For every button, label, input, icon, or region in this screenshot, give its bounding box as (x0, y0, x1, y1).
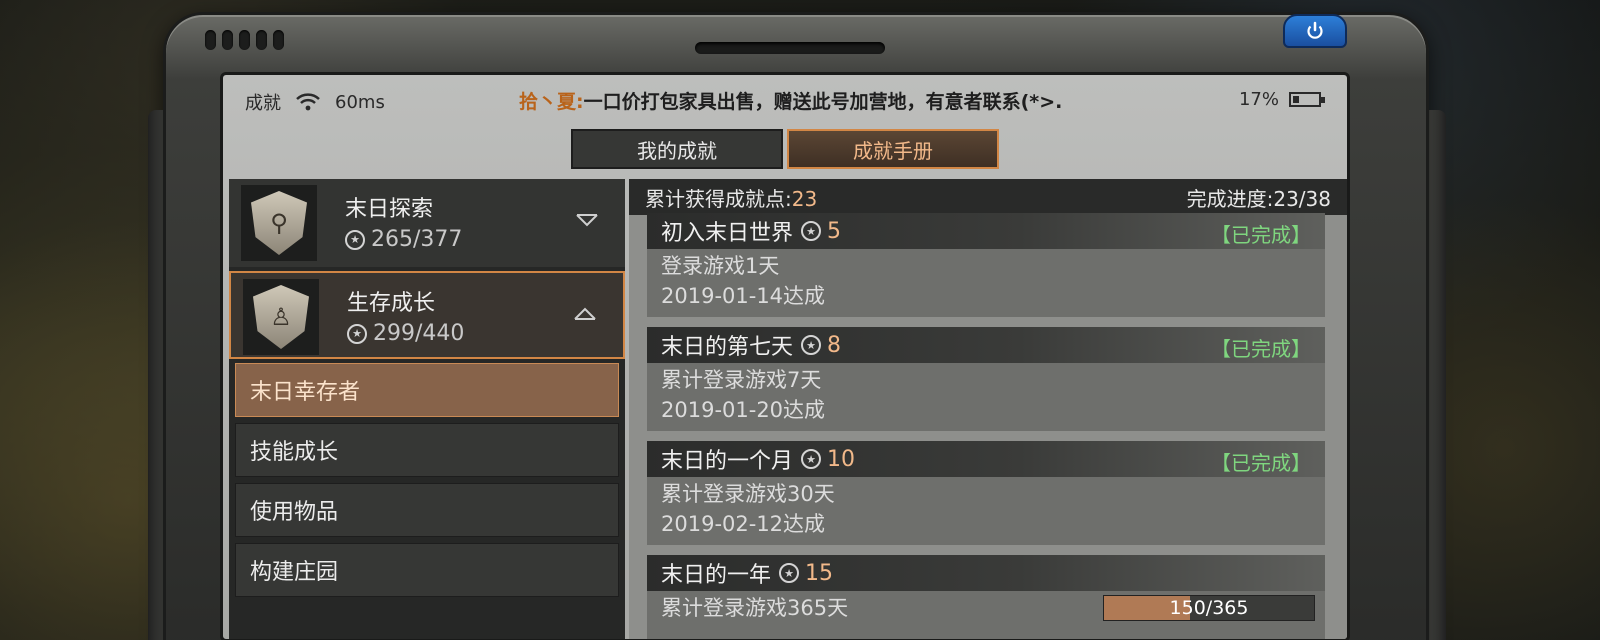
status-badge: 【已完成】 (1211, 451, 1311, 475)
status-badge: 【已完成】 (1211, 337, 1311, 361)
progress-value: 23/38 (1273, 186, 1331, 211)
sub-item-use-items[interactable]: 使用物品 (235, 483, 619, 537)
category-points-value: 299/440 (373, 321, 465, 346)
chevron-down-icon (576, 214, 598, 227)
progress-text: 150/365 (1169, 597, 1249, 619)
category-points: ★ 299/440 (347, 321, 464, 346)
category-doomsday-exploration[interactable]: ⚲ 末日探索 ★ 265/377 (229, 179, 625, 267)
status-badge: 【已完成】 (1211, 223, 1311, 247)
achievement-description: 登录游戏1天 (661, 254, 780, 278)
achievement-list-panel[interactable]: 累计获得成就点:23 完成进度:23/38 初入末日世界 ★ 5 【已完成】 登… (629, 179, 1347, 639)
device-screen: 成就 60ms 拾丶夏:一口价打包家具出售，赠送此号加营地，有意者联系(*>. … (220, 72, 1350, 640)
broadcast-sender: 拾丶夏: (519, 91, 584, 113)
category-title: 生存成长 (347, 291, 436, 316)
broadcast-message: 拾丶夏:一口价打包家具出售，赠送此号加营地，有意者联系(*>. (519, 87, 1062, 114)
status-bar: 成就 60ms 拾丶夏:一口价打包家具出售，赠送此号加营地，有意者联系(*>. … (223, 75, 1347, 123)
sub-item-build-manor[interactable]: 构建庄园 (235, 543, 619, 597)
achievement-points: 5 (827, 218, 842, 244)
battery-icon (1289, 92, 1325, 107)
achievement-title: 末日的第七天 (661, 335, 794, 360)
achievement-title: 末日的一年 (661, 563, 772, 588)
speaker-grille (205, 30, 284, 50)
category-panel: ⚲ 末日探索 ★ 265/377 ♙ 生存成长 ★ 299/440 末日幸存者 … (229, 179, 625, 639)
medal-icon: ★ (801, 221, 822, 241)
achievement-points: 8 (827, 332, 842, 358)
earned-points-label: 累计获得成就点: (645, 186, 792, 211)
achievement-card[interactable]: 末日的一年 ★ 15 累计登录游戏365天 150/365 (647, 555, 1325, 639)
achievement-points: 15 (805, 560, 834, 586)
tab-bar: 我的成就 成就手册 (571, 129, 999, 169)
ping-value: 60ms (335, 91, 385, 113)
power-icon (1307, 21, 1323, 39)
progress-label: 完成进度: (1186, 186, 1274, 211)
achievement-date: 2019-02-12达成 (661, 512, 826, 536)
tab-my-achievements[interactable]: 我的成就 (571, 129, 783, 169)
medal-icon: ★ (347, 323, 367, 344)
binoculars-shield-icon: ⚲ (251, 191, 307, 255)
category-survival-growth[interactable]: ♙ 生存成长 ★ 299/440 (229, 271, 625, 359)
achievement-date: 2019-01-20达成 (661, 398, 826, 422)
power-button[interactable] (1283, 14, 1347, 48)
category-badge: ⚲ (241, 185, 317, 261)
broadcast-text: 一口价打包家具出售，赠送此号加营地，有意者联系(*>. (583, 91, 1063, 113)
medal-icon: ★ (801, 335, 822, 355)
achievement-card[interactable]: 末日的一个月 ★ 10 【已完成】 累计登录游戏30天 2019-02-12达成 (647, 441, 1325, 545)
achievement-title: 末日的一个月 (661, 449, 794, 474)
category-title: 末日探索 (345, 197, 434, 222)
sub-item-skill-growth[interactable]: 技能成长 (235, 423, 619, 477)
tab-achievement-handbook[interactable]: 成就手册 (787, 129, 999, 169)
earned-points-value: 23 (791, 186, 818, 211)
category-badge: ♙ (243, 279, 319, 355)
achievement-date: 2019-01-14达成 (661, 284, 826, 308)
achievement-description: 累计登录游戏7天 (661, 368, 822, 392)
device-top-slot (695, 42, 885, 54)
achievement-card[interactable]: 末日的第七天 ★ 8 【已完成】 累计登录游戏7天 2019-01-20达成 (647, 327, 1325, 431)
achievement-title: 初入末日世界 (661, 221, 794, 246)
achievement-points: 10 (827, 446, 856, 472)
status-title: 成就 (245, 93, 281, 114)
chevron-up-icon (574, 307, 596, 320)
survivor-shield-icon: ♙ (253, 285, 309, 349)
battery-percent: 17% (1238, 89, 1279, 110)
achievement-summary: 累计获得成就点:23 完成进度:23/38 (629, 179, 1347, 215)
medal-icon: ★ (345, 229, 365, 250)
category-points: ★ 265/377 (345, 227, 462, 252)
achievement-description: 累计登录游戏30天 (661, 482, 835, 506)
achievement-card[interactable]: 初入末日世界 ★ 5 【已完成】 登录游戏1天 2019-01-14达成 (647, 213, 1325, 317)
achievement-progress-bar: 150/365 (1103, 595, 1315, 621)
medal-icon: ★ (779, 563, 800, 583)
category-points-value: 265/377 (371, 227, 463, 252)
wifi-icon (295, 93, 321, 111)
medal-icon: ★ (801, 449, 822, 469)
sub-item-doomsday-survivor[interactable]: 末日幸存者 (235, 363, 619, 417)
